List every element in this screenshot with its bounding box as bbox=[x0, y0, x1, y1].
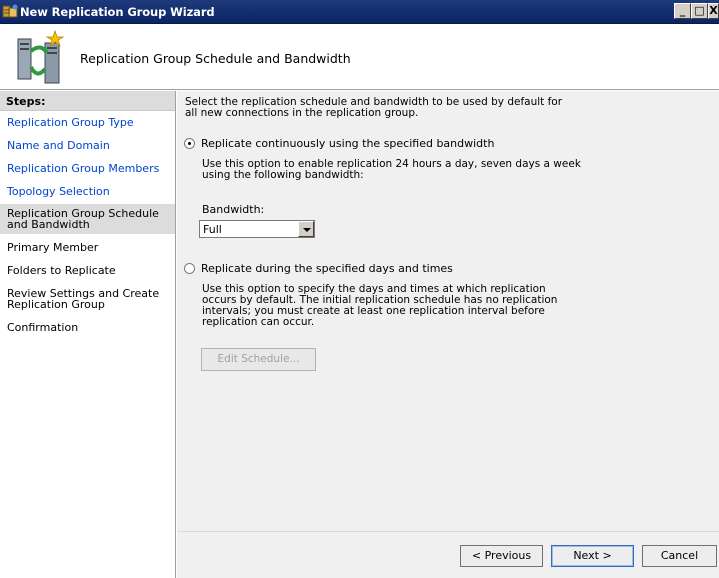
wizard-app-icon bbox=[2, 4, 18, 18]
close-button[interactable]: X bbox=[708, 3, 719, 19]
replicate-continuously-radio[interactable] bbox=[184, 138, 195, 149]
title-bar[interactable]: New Replication Group Wizard _ □ X bbox=[0, 0, 719, 24]
replicate-specified-label[interactable]: Replicate during the specified days and … bbox=[201, 262, 453, 275]
replicate-continuously-label[interactable]: Replicate continuously using the specifi… bbox=[201, 137, 494, 150]
replicate-continuously-option[interactable]: Replicate continuously using the specifi… bbox=[184, 137, 494, 150]
edit-schedule-button[interactable]: Edit Schedule... bbox=[201, 348, 316, 371]
replication-servers-icon bbox=[17, 29, 65, 84]
step-folders-to-replicate: Folders to Replicate bbox=[7, 264, 116, 277]
intro-text: Select the replication schedule and band… bbox=[185, 96, 563, 119]
previous-button[interactable]: < Previous bbox=[460, 545, 543, 567]
step-primary-member: Primary Member bbox=[7, 241, 99, 254]
chevron-down-icon[interactable] bbox=[298, 221, 314, 237]
cancel-button[interactable]: Cancel bbox=[642, 545, 717, 567]
replicate-specified-description: Use this option to specify the days and … bbox=[202, 283, 558, 328]
step-topology-selection[interactable]: Topology Selection bbox=[0, 183, 175, 200]
replicate-specified-radio[interactable] bbox=[184, 263, 195, 274]
replicate-specified-option[interactable]: Replicate during the specified days and … bbox=[184, 262, 453, 275]
bandwidth-label: Bandwidth: bbox=[202, 203, 265, 216]
steps-heading: Steps: bbox=[0, 91, 175, 111]
steps-list: Replication Group Type Name and Domain R… bbox=[0, 111, 175, 336]
maximize-button[interactable]: □ bbox=[691, 3, 708, 19]
wizard-footer: < Previous Next > Cancel bbox=[177, 531, 719, 578]
minimize-button[interactable]: _ bbox=[674, 3, 691, 19]
replicate-continuously-description: Use this option to enable replication 24… bbox=[202, 158, 581, 181]
close-icon: X bbox=[709, 4, 718, 17]
step-replication-group-members[interactable]: Replication Group Members bbox=[0, 160, 175, 177]
next-button[interactable]: Next > bbox=[551, 545, 634, 567]
page-title: Replication Group Schedule and Bandwidth bbox=[80, 51, 351, 66]
bandwidth-value: Full bbox=[203, 223, 222, 236]
window-title: New Replication Group Wizard bbox=[20, 5, 215, 19]
step-review-settings: Review Settings and Create Replication G… bbox=[7, 287, 160, 311]
bandwidth-dropdown[interactable]: Full bbox=[199, 220, 315, 238]
step-replication-group-type[interactable]: Replication Group Type bbox=[0, 114, 175, 131]
content-pane: Select the replication schedule and band… bbox=[177, 91, 719, 531]
wizard-header: Replication Group Schedule and Bandwidth bbox=[0, 24, 719, 90]
step-confirmation: Confirmation bbox=[7, 321, 79, 334]
step-name-and-domain[interactable]: Name and Domain bbox=[0, 137, 175, 154]
steps-pane: Steps: Replication Group Type Name and D… bbox=[0, 91, 176, 578]
step-schedule-and-bandwidth: Replication Group Schedule and Bandwidth bbox=[0, 204, 175, 234]
maximize-icon: □ bbox=[694, 4, 705, 17]
minimize-icon: _ bbox=[679, 4, 686, 17]
